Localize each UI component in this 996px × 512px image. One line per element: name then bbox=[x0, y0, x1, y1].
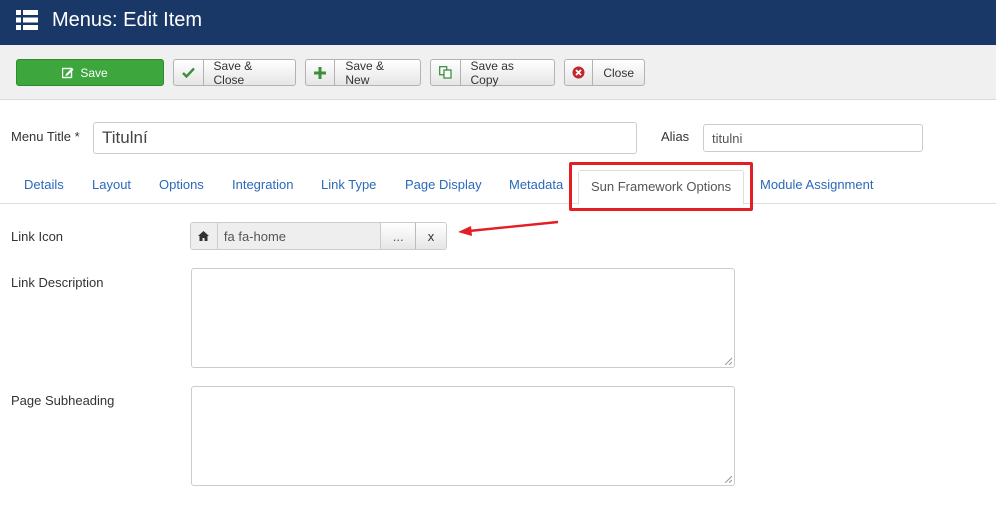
save-new-label: Save & New bbox=[345, 58, 385, 87]
clear-icon-button[interactable]: x bbox=[415, 223, 446, 249]
copy-icon bbox=[431, 60, 461, 85]
save-close-button[interactable]: Save & Close bbox=[173, 58, 296, 87]
resize-grip-icon[interactable] bbox=[724, 475, 732, 483]
menu-title-label: Menu Title * bbox=[11, 129, 80, 144]
save-copy-label: Save as Copy bbox=[470, 58, 514, 87]
resize-grip-icon[interactable] bbox=[724, 357, 732, 365]
page-subheading-textarea[interactable] bbox=[191, 386, 735, 486]
save-button[interactable]: Save bbox=[16, 59, 164, 86]
link-description-label: Link Description bbox=[11, 275, 104, 290]
link-icon-label: Link Icon bbox=[11, 229, 64, 244]
alias-input[interactable]: titulni bbox=[703, 124, 923, 152]
tab-metadata[interactable]: Metadata bbox=[509, 177, 563, 192]
tab-module-assignment[interactable]: Module Assignment bbox=[760, 177, 873, 192]
link-icon-field: fa fa-home ... x bbox=[190, 222, 447, 250]
tab-bar: Details Layout Options Integration Link … bbox=[0, 163, 996, 205]
save-copy-button[interactable]: Save as Copy bbox=[430, 58, 555, 87]
link-description-textarea[interactable] bbox=[191, 268, 735, 368]
save-close-label: Save & Close bbox=[213, 58, 253, 87]
toolbar: Save Save & Close Save & New Save as Cop… bbox=[0, 45, 996, 100]
tab-layout[interactable]: Layout bbox=[92, 177, 131, 192]
app-header: Menus: Edit Item bbox=[0, 0, 996, 45]
tab-integration[interactable]: Integration bbox=[232, 177, 293, 192]
list-icon bbox=[16, 10, 38, 30]
tab-page-display[interactable]: Page Display bbox=[405, 177, 482, 192]
annotation-arrow bbox=[458, 220, 559, 236]
menu-title-input[interactable]: Titulní bbox=[93, 122, 637, 154]
tab-details[interactable]: Details bbox=[24, 177, 64, 192]
home-icon bbox=[191, 223, 218, 249]
save-button-label: Save bbox=[80, 65, 108, 80]
tab-link-type[interactable]: Link Type bbox=[321, 177, 376, 192]
check-icon bbox=[174, 60, 204, 85]
page-title: Menus: Edit Item bbox=[52, 9, 203, 31]
save-new-button[interactable]: Save & New bbox=[305, 58, 421, 87]
close-button[interactable]: Close bbox=[564, 59, 645, 86]
close-label: Close bbox=[603, 65, 634, 80]
page-subheading-label: Page Subheading bbox=[11, 393, 115, 408]
edit-icon bbox=[62, 67, 74, 78]
tab-sun-framework-options[interactable]: Sun Framework Options bbox=[578, 170, 745, 205]
close-circle-icon bbox=[565, 60, 594, 85]
link-icon-value: fa fa-home bbox=[217, 223, 381, 249]
alias-label: Alias bbox=[661, 129, 690, 144]
tab-options[interactable]: Options bbox=[159, 177, 204, 192]
select-icon-button[interactable]: ... bbox=[380, 223, 416, 249]
plus-icon bbox=[306, 60, 336, 85]
